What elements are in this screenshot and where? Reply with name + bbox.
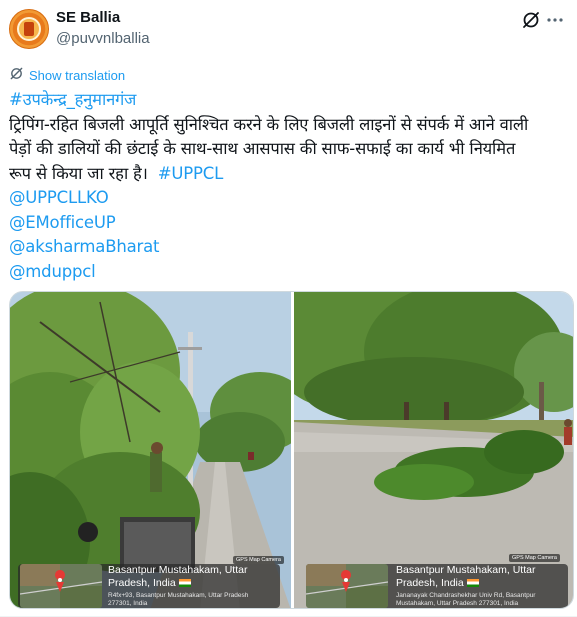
gps-address-2: 277301, India — [108, 600, 148, 607]
author-handle[interactable]: @puvvnlballia — [56, 30, 150, 47]
gps-map-thumbnail — [20, 564, 102, 608]
india-flag-icon — [466, 579, 479, 588]
tweet-text-line: पेड़ों की डालियों की छंटाई के साथ-साथ आस… — [9, 139, 516, 158]
photo-left[interactable]: GPS Map Camera Basantpur Mustahakam, Utt… — [10, 292, 291, 608]
gps-place: Basantpur Mustahakam, Uttar Pradesh, Ind… — [396, 564, 536, 589]
mention-link[interactable]: @aksharmaBharat — [9, 237, 159, 256]
gps-stamp-right: Basantpur Mustahakam, Uttar Pradesh, Ind… — [306, 564, 568, 608]
tweet-text: #उपकेन्द्र_हनुमानगंज ट्रिपिंग-रहित बिजली… — [9, 88, 565, 284]
mention-link[interactable]: @UPPCLLKO — [9, 188, 109, 207]
gps-map-thumbnail — [306, 564, 388, 608]
translate-icon — [9, 66, 24, 84]
more-icon[interactable] — [545, 10, 565, 30]
grok-icon[interactable] — [521, 10, 541, 30]
show-translation-link[interactable]: Show translation — [9, 66, 125, 84]
tweet-text-line: ट्रिपिंग-रहित बिजली आपूर्ति सुनिश्चित कर… — [9, 114, 529, 134]
mention-link[interactable]: @EMofficeUP — [9, 213, 116, 232]
avatar[interactable] — [9, 9, 49, 49]
tweet-header: SE Ballia @puvvnlballia — [9, 8, 569, 52]
tweet-card: SE Ballia @puvvnlballia Show translation — [0, 0, 577, 617]
gps-address: Jananayak Chandrashekhar Univ Rd, Basant… — [396, 592, 536, 599]
author-name[interactable]: SE Ballia — [56, 9, 120, 26]
gps-camera-badge: GPS Map Camera — [233, 556, 284, 564]
photo-right[interactable]: GPS Map Camera Basantpur Mustahakam, Utt… — [294, 292, 573, 608]
gps-stamp-left: Basantpur Mustahakam, Uttar Pradesh, Ind… — [18, 564, 280, 608]
show-translation-label: Show translation — [29, 67, 126, 83]
hashtag-link[interactable]: #UPPCL — [158, 164, 224, 183]
media-grid: GPS Map Camera Basantpur Mustahakam, Utt… — [9, 291, 574, 609]
gps-camera-badge: GPS Map Camera — [509, 554, 560, 562]
tweet-text-line: रूप से किया जा रहा है। — [9, 163, 148, 183]
gps-place: Basantpur Mustahakam, Uttar Pradesh, Ind… — [108, 564, 248, 589]
hashtag-link[interactable]: #उपकेन्द्र_हनुमानगंज — [9, 90, 136, 109]
india-flag-icon — [178, 579, 191, 588]
mention-link[interactable]: @mduppcl — [9, 262, 96, 281]
gps-address-2: Mustahakam, Uttar Pradesh 277301, India — [396, 600, 519, 607]
gps-address: R4fx+93, Basantpur Mustahakam, Uttar Pra… — [108, 592, 249, 599]
